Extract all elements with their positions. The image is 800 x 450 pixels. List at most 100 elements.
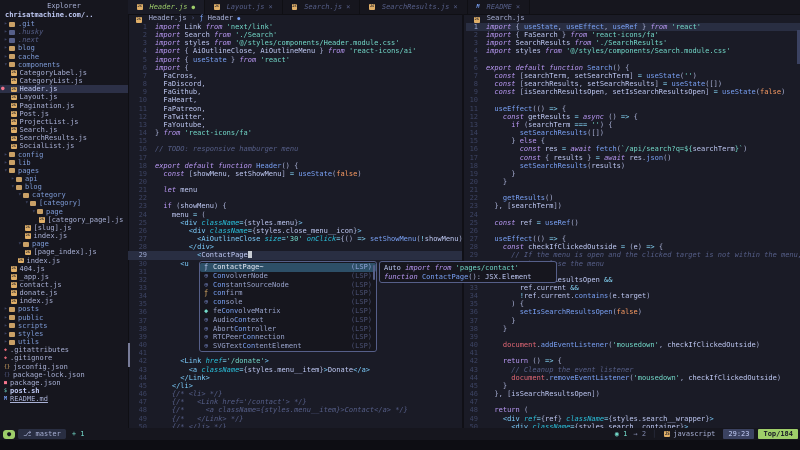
- code-line[interactable]: 45 </li>: [128, 382, 462, 390]
- code-line[interactable]: 15 } else {: [466, 137, 800, 145]
- code-line[interactable]: 29 <ContactPage: [128, 251, 462, 259]
- tab-README[interactable]: MREADME×: [468, 0, 531, 14]
- code-line[interactable]: 19 }: [466, 170, 800, 178]
- code-line[interactable]: 49 {/* </Link> */}: [128, 415, 462, 423]
- code-line[interactable]: 47 {/* <Link href='/contact'> */}: [128, 398, 462, 406]
- code-line[interactable]: 25 <div className={styles.menu}>: [128, 219, 462, 227]
- code-line[interactable]: 43 <a className={styles.menu__item}>Dona…: [128, 366, 462, 374]
- code-line[interactable]: 18export default function Header() {: [128, 162, 462, 170]
- tree-item-lib[interactable]: ▸lib: [0, 159, 128, 167]
- code-line[interactable]: 21: [466, 186, 800, 194]
- code-line[interactable]: 8 const [searchResults, setSearchResults…: [466, 80, 800, 88]
- popup-scrollbar-thumb[interactable]: [373, 265, 375, 280]
- code-line[interactable]: 37 }: [466, 317, 800, 325]
- code-line[interactable]: 46 {/* <li> */}: [128, 390, 462, 398]
- close-icon[interactable]: ×: [346, 3, 350, 11]
- tree-item-Post.js[interactable]: JSPost.js: [0, 110, 128, 118]
- code-line[interactable]: 20: [128, 178, 462, 186]
- code-line[interactable]: 10: [466, 96, 800, 104]
- tab-SearchResults.js[interactable]: JSSearchResults.js×: [360, 0, 467, 14]
- code-line[interactable]: 8 FaDiscord,: [128, 80, 462, 88]
- code-line[interactable]: 33 ref.current &&: [466, 284, 800, 292]
- code-line[interactable]: 13 FaYoutube,: [128, 121, 462, 129]
- code-line[interactable]: 13 if (searchTerm === '') {: [466, 121, 800, 129]
- code-line[interactable]: 2import Search from './Search': [128, 31, 462, 39]
- code-line[interactable]: 27 <AiOutlineClose size='30' onClick={()…: [128, 235, 462, 243]
- close-icon[interactable]: ×: [269, 3, 273, 11]
- code-line[interactable]: 6export default function Search() {: [466, 64, 800, 72]
- tree-item-README.md[interactable]: MREADME.md: [0, 395, 128, 403]
- tree-item-index.js[interactable]: JSindex.js: [0, 257, 128, 265]
- code-line[interactable]: 38 }: [466, 325, 800, 333]
- code-line[interactable]: 23 }, [searchTerm]): [466, 202, 800, 210]
- tree-item-[slug].js[interactable]: JS[slug].js: [0, 224, 128, 232]
- tree-item-_app.js[interactable]: JS_app.js: [0, 273, 128, 281]
- code-line[interactable]: 16// TODO: responsive hamburger menu: [128, 145, 462, 153]
- completion-item[interactable]: ◆feConvolveMatrix(LSP): [200, 307, 376, 316]
- code-line[interactable]: 45 }: [466, 382, 800, 390]
- completion-item[interactable]: ⊕console(LSP): [200, 298, 376, 307]
- tree-item-package-lock.json[interactable]: {}package-lock.json: [0, 371, 128, 379]
- tree-item-Header.js[interactable]: ●JSHeader.js: [0, 85, 128, 93]
- tree-item-.gitignore[interactable]: ◆.gitignore: [0, 354, 128, 362]
- tree-item-[category_page].js[interactable]: JS[category_page].js: [0, 216, 128, 224]
- tree-item-Pagination.js[interactable]: JSPagination.js: [0, 102, 128, 110]
- tree-item-pages[interactable]: ▾pages: [0, 167, 128, 175]
- tree-item-posts[interactable]: ▸posts: [0, 305, 128, 313]
- tree-item-[category][interactable]: ▾[category]: [0, 199, 128, 207]
- code-line[interactable]: 17: [128, 154, 462, 162]
- code-line[interactable]: 23 if (showMenu) {: [128, 202, 462, 210]
- code-line[interactable]: 17 const { results } = await res.json(): [466, 154, 800, 162]
- explorer-root-path[interactable]: chrisatmachine.com/..: [0, 11, 128, 20]
- code-line[interactable]: 19 const [showMenu, setShowMenu] = useSt…: [128, 170, 462, 178]
- tab-Header.js[interactable]: JSHeader.js●: [128, 0, 205, 14]
- tree-item-public[interactable]: ▸public: [0, 314, 128, 322]
- tree-item-post.sh[interactable]: $post.sh: [0, 387, 128, 395]
- code-line[interactable]: 1import { useState, useEffect, useRef } …: [466, 23, 800, 31]
- completion-item[interactable]: ƒconfirm(LSP): [200, 289, 376, 298]
- tree-item-config[interactable]: ▸config: [0, 151, 128, 159]
- editor-search-js[interactable]: 1import { useState, useEffect, useRef } …: [466, 23, 800, 428]
- tree-item-SearchResults.js[interactable]: JSSearchResults.js: [0, 134, 128, 142]
- tree-item-cache[interactable]: ▸cache: [0, 53, 128, 61]
- tree-item-.git[interactable]: ▸.git: [0, 20, 128, 28]
- code-line[interactable]: 25 const ref = useRef(): [466, 219, 800, 227]
- code-line[interactable]: 49 <div ref={ref} className={styles.sear…: [466, 415, 800, 423]
- code-line[interactable]: 16 const res = await fetch(`/api/search?…: [466, 145, 800, 153]
- code-line[interactable]: 7 const [searchTerm, setSearchTerm] = us…: [466, 72, 800, 80]
- diagnostic-hint[interactable]: ◉ 1: [615, 430, 628, 438]
- tab-Search.js[interactable]: JSSearch.js×: [283, 0, 361, 14]
- code-line[interactable]: 48 return (: [466, 406, 800, 414]
- tree-item-donate.js[interactable]: JSdonate.js: [0, 289, 128, 297]
- code-line[interactable]: 26 <div className={styles.close_menu__ic…: [128, 227, 462, 235]
- tree-item-blog[interactable]: ▸blog: [0, 44, 128, 52]
- code-line[interactable]: 41: [466, 349, 800, 357]
- code-line[interactable]: 18 setSearchResults(results): [466, 162, 800, 170]
- tree-item-CategoryList.js[interactable]: JSCategoryList.js: [0, 77, 128, 85]
- code-line[interactable]: 21 let menu: [128, 186, 462, 194]
- tree-item-components[interactable]: ▾components: [0, 61, 128, 69]
- code-line[interactable]: 20 }: [466, 178, 800, 186]
- code-line[interactable]: 22: [128, 194, 462, 202]
- close-icon[interactable]: ×: [453, 3, 457, 11]
- completion-item[interactable]: ⊕SVGTextContentElement(LSP): [200, 342, 376, 351]
- cursor-position[interactable]: 29:23: [723, 429, 754, 439]
- code-line[interactable]: 27 useEffect(() => {: [466, 235, 800, 243]
- tree-item-.gitattributes[interactable]: ◆.gitattributes: [0, 346, 128, 354]
- completion-item[interactable]: ƒContactPage~(LSP): [200, 263, 376, 272]
- code-line[interactable]: 46 }, [isSearchResultsOpen]): [466, 390, 800, 398]
- tree-item-404.js[interactable]: JS404.js: [0, 265, 128, 273]
- tree-item-jsconfig.json[interactable]: {}jsconfig.json: [0, 363, 128, 371]
- code-line[interactable]: 10 FaHeart,: [128, 96, 462, 104]
- code-line[interactable]: 15: [128, 137, 462, 145]
- code-line[interactable]: 42 <Link href='/donate'>: [128, 357, 462, 365]
- code-line[interactable]: 22 getResults(): [466, 194, 800, 202]
- code-line[interactable]: 1import Link from 'next/link': [128, 23, 462, 31]
- code-line[interactable]: 2import { FaSearch } from 'react-icons/f…: [466, 31, 800, 39]
- code-line[interactable]: 26: [466, 227, 800, 235]
- tree-item-ProjectList.js[interactable]: JSProjectList.js: [0, 118, 128, 126]
- tree-item-Search.js[interactable]: JSSearch.js: [0, 126, 128, 134]
- code-line[interactable]: 35 ) {: [466, 300, 800, 308]
- breadcrumb-file[interactable]: Search.js: [487, 14, 525, 22]
- tree-item-api[interactable]: ▸api: [0, 175, 128, 183]
